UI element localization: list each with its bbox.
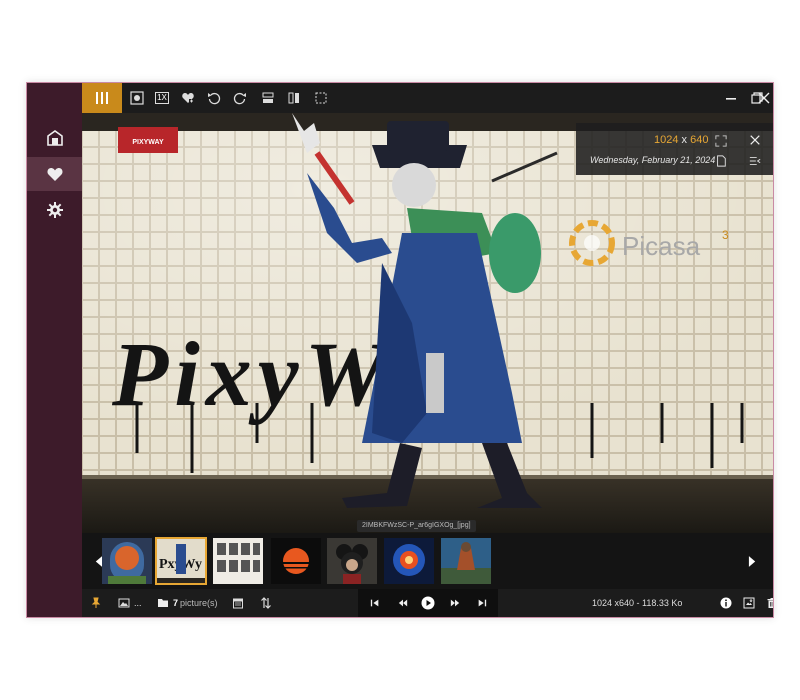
minimize-icon[interactable]: [723, 90, 739, 106]
flip-vertical-icon[interactable]: [260, 90, 276, 106]
folder-picker-button[interactable]: ...: [118, 596, 142, 610]
fullscreen-icon[interactable]: [714, 134, 728, 148]
thumbnail[interactable]: [327, 538, 377, 584]
thumbnail[interactable]: [271, 538, 321, 584]
image-dimensions: 1024 x 640: [654, 134, 709, 146]
thumbnail[interactable]: [384, 538, 434, 584]
rotate-left-icon[interactable]: [206, 90, 222, 106]
next-thumbnail-button[interactable]: [744, 549, 760, 573]
sidebar-item-settings[interactable]: [27, 193, 82, 227]
window-close-icon[interactable]: [756, 90, 772, 106]
gear-icon: [46, 202, 63, 218]
thumbnail[interactable]: [441, 538, 491, 584]
heart-icon: [46, 168, 63, 181]
calendar-icon[interactable]: [232, 596, 244, 610]
delete-icon[interactable]: [766, 596, 773, 610]
status-bar: ... 7 picture(s) 1024 x640 - 118.33 Ko: [82, 589, 773, 617]
thumbnail[interactable]: [102, 538, 152, 584]
last-image-icon[interactable]: [475, 596, 489, 610]
sort-icon[interactable]: [260, 596, 272, 610]
thumbnail[interactable]: [213, 538, 263, 584]
file-icon[interactable]: [714, 154, 728, 168]
picture-count-value: 7: [173, 598, 179, 608]
slideshow-controls: [358, 589, 498, 617]
save-image-icon[interactable]: [743, 596, 755, 610]
filename-label: 2IMBKFWzSC-P_ar6gIGXOg_[jpg]: [357, 520, 476, 532]
menu-button[interactable]: [82, 83, 122, 113]
close-info-icon[interactable]: [748, 133, 762, 147]
details-list-icon[interactable]: [748, 154, 762, 168]
image-size-info: 1024 x640 - 118.33 Ko: [592, 598, 683, 608]
play-button[interactable]: [421, 596, 435, 610]
folder-icon: [158, 599, 168, 607]
top-toolbar: 1X: [82, 83, 773, 113]
picture-count: 7 picture(s): [157, 596, 218, 610]
crop-icon[interactable]: [313, 90, 329, 106]
thumbnail-selected[interactable]: PxyWy: [155, 537, 207, 585]
folder-ellipsis: ...: [134, 598, 142, 608]
folder-home-icon: [46, 130, 63, 146]
image-viewer[interactable]: PIXYWAY PixyWay Picasa 3 1024 x 640 Wedn…: [82, 113, 773, 533]
first-image-icon[interactable]: [368, 596, 382, 610]
watermark-text: Picasa: [622, 231, 701, 261]
sidebar-item-folders[interactable]: [27, 121, 82, 155]
info-icon[interactable]: [720, 596, 732, 610]
picture-count-label: picture(s): [180, 598, 218, 608]
image-date: Wednesday, February 21, 2024: [590, 155, 716, 165]
chevron-right-icon: [748, 555, 755, 567]
app-window: 1X PIXYWAY PixyWay Picasa 3 1024 x 640 W…: [26, 82, 774, 618]
sidebar-item-favorites[interactable]: [27, 157, 82, 191]
thumbnail-strip: PxyWy: [82, 533, 773, 589]
favorite-icon[interactable]: [180, 90, 196, 106]
actual-size-icon[interactable]: 1X: [154, 90, 170, 106]
image-folder-icon: [118, 598, 130, 608]
focus-icon[interactable]: [129, 90, 145, 106]
image-info-panel: 1024 x 640 Wednesday, February 21, 2024: [576, 123, 773, 175]
rotate-right-icon[interactable]: [232, 90, 248, 106]
previous-image-icon[interactable]: [396, 596, 410, 610]
pin-icon[interactable]: [90, 596, 102, 610]
sign-text: PIXYWAY: [132, 139, 164, 146]
main-photo: PIXYWAY PixyWay Picasa 3: [82, 113, 773, 533]
watermark-superscript: 3: [722, 228, 729, 242]
next-image-icon[interactable]: [448, 596, 462, 610]
sidebar: [27, 83, 82, 617]
flip-horizontal-icon[interactable]: [286, 90, 302, 106]
